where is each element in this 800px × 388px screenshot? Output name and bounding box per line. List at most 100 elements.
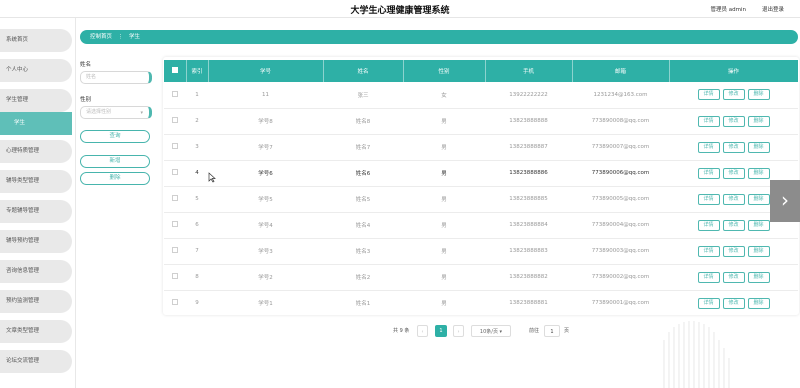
edit-button[interactable]: 修改 bbox=[722, 141, 745, 153]
pager-next-button[interactable]: › bbox=[453, 325, 464, 337]
detail-button[interactable]: 详情 bbox=[697, 167, 720, 179]
breadcrumb: 控制首页 ⋮ 学生 bbox=[80, 30, 798, 44]
row-select-cell bbox=[164, 212, 186, 239]
select-all-checkbox[interactable] bbox=[171, 67, 178, 73]
table-row: 4 学号6 姓名6 男 13823888886 773890006@qq.com 详情 修改删… bbox=[164, 160, 798, 187]
next-arrow-button[interactable]: › bbox=[770, 180, 800, 222]
cell-phone: 13823888883 bbox=[485, 238, 572, 265]
cell-student-id: 学号1 bbox=[208, 290, 323, 315]
col-phone: 手机 bbox=[485, 60, 573, 82]
sidebar-item-student[interactable]: 学生 bbox=[0, 112, 72, 135]
sidebar-item-consult[interactable]: 咨询信息管理 bbox=[0, 260, 72, 283]
page-size-select[interactable]: 10条/页 ▾ bbox=[471, 325, 511, 337]
row-delete-button[interactable]: 删除 bbox=[747, 245, 770, 257]
sidebar-item-counsel-types[interactable]: 辅导类型管理 bbox=[0, 170, 72, 193]
cell-index: 4 bbox=[186, 160, 208, 187]
row-delete-button[interactable]: 删除 bbox=[747, 297, 770, 309]
cell-actions: 详情 修改 删除 bbox=[669, 290, 798, 315]
cell-gender: 男 bbox=[403, 238, 485, 265]
cell-gender: 男 bbox=[403, 290, 485, 315]
chevron-right-icon: › bbox=[781, 188, 789, 212]
search-button[interactable]: 查询 bbox=[80, 130, 150, 143]
row-delete-button[interactable]: 删除 bbox=[747, 89, 770, 101]
current-user: 管理员 admin bbox=[710, 7, 746, 13]
edit-button[interactable]: 修改 bbox=[722, 193, 745, 205]
cell-phone: 13823888882 bbox=[485, 264, 572, 291]
row-checkbox[interactable] bbox=[172, 143, 178, 149]
cell-gender: 男 bbox=[403, 264, 485, 291]
col-gender: 性别 bbox=[403, 60, 486, 82]
cell-name: 姓名2 bbox=[323, 264, 403, 291]
sidebar-item-monitor[interactable]: 预约监测管理 bbox=[0, 290, 72, 313]
sidebar-item-topic-counsel[interactable]: 专题辅导管理 bbox=[0, 200, 72, 223]
row-checkbox[interactable] bbox=[172, 299, 178, 305]
detail-button[interactable]: 详情 bbox=[697, 89, 720, 101]
detail-button[interactable]: 详情 bbox=[697, 245, 720, 257]
logout-link[interactable]: 退出登录 bbox=[762, 5, 784, 13]
sidebar-item-article-types[interactable]: 文章类型管理 bbox=[0, 320, 72, 343]
cell-name: 姓名8 bbox=[323, 108, 403, 135]
cell-actions: 详情 修改 删除 bbox=[669, 238, 798, 265]
table-row: 5 学号5 姓名5 男 13823888885 773890005@qq.com 详情 修改删… bbox=[164, 186, 798, 213]
detail-button[interactable]: 详情 bbox=[697, 297, 720, 309]
edit-button[interactable]: 修改 bbox=[722, 219, 745, 231]
row-checkbox[interactable] bbox=[172, 273, 178, 279]
row-select-cell bbox=[164, 108, 186, 135]
sidebar-item-home[interactable]: 系统首页 bbox=[0, 29, 72, 52]
row-delete-button[interactable]: 删除 bbox=[747, 167, 770, 179]
detail-button[interactable]: 详情 bbox=[697, 115, 720, 127]
sidebar-item-student-mgmt[interactable]: 学生管理 bbox=[0, 89, 72, 112]
detail-button[interactable]: 详情 bbox=[697, 141, 720, 153]
row-delete-button[interactable]: 删除 bbox=[747, 115, 770, 127]
col-index: 索引 bbox=[186, 60, 209, 82]
table-row: 8 学号2 姓名2 男 13823888882 773890002@qq.com 详情 修改删… bbox=[164, 264, 798, 291]
row-delete-button[interactable]: 删除 bbox=[747, 193, 770, 205]
row-delete-button[interactable]: 删除 bbox=[747, 271, 770, 283]
cell-index: 2 bbox=[186, 108, 208, 135]
cell-name: 姓名7 bbox=[323, 134, 403, 161]
breadcrumb-separator: ⋮ bbox=[117, 34, 124, 40]
row-checkbox[interactable] bbox=[172, 169, 178, 175]
cell-email: 773890006@qq.com bbox=[572, 160, 669, 187]
cell-email: 773890005@qq.com bbox=[572, 186, 669, 213]
row-delete-button[interactable]: 删除 bbox=[747, 141, 770, 153]
pager-goto-label: 前往 bbox=[529, 328, 540, 334]
row-checkbox[interactable] bbox=[172, 221, 178, 227]
pager-goto-input[interactable]: 1 bbox=[544, 325, 560, 337]
pager-prev-button[interactable]: ‹ bbox=[417, 325, 428, 337]
gender-select-placeholder: 请选择性别 bbox=[86, 109, 112, 115]
add-button[interactable]: 新增 bbox=[80, 155, 150, 168]
edit-button[interactable]: 修改 bbox=[722, 115, 745, 127]
edit-button[interactable]: 修改 bbox=[722, 271, 745, 283]
cell-student-id: 学号6 bbox=[208, 160, 323, 187]
detail-button[interactable]: 详情 bbox=[697, 219, 720, 231]
cell-student-id: 学号3 bbox=[208, 238, 323, 265]
cell-email: 773890003@qq.com bbox=[572, 238, 669, 265]
edit-button[interactable]: 修改 bbox=[722, 245, 745, 257]
mouse-pointer-icon bbox=[208, 172, 216, 183]
pager-current-page[interactable]: 1 bbox=[435, 325, 447, 337]
edit-button[interactable]: 修改 bbox=[722, 167, 745, 179]
sidebar-item-traits[interactable]: 心理特质管理 bbox=[0, 140, 72, 163]
decorative-lines bbox=[663, 321, 730, 388]
delete-button[interactable]: 删除 bbox=[80, 172, 150, 185]
sidebar-item-profile[interactable]: 个人中心 bbox=[0, 59, 72, 82]
row-checkbox[interactable] bbox=[172, 117, 178, 123]
name-input[interactable]: 姓名 bbox=[80, 71, 152, 84]
sidebar-item-forum[interactable]: 论坛交流管理 bbox=[0, 350, 72, 373]
table-row: 9 学号1 姓名1 男 13823888881 773890001@qq.com 详情 修改删… bbox=[164, 290, 798, 315]
gender-select[interactable]: 请选择性别 ▾ bbox=[80, 106, 152, 119]
row-checkbox[interactable] bbox=[172, 90, 178, 97]
sidebar-item-appointments[interactable]: 辅导预约管理 bbox=[0, 230, 72, 253]
cell-name: 张三 bbox=[323, 82, 403, 109]
row-delete-button[interactable]: 删除 bbox=[747, 219, 770, 231]
edit-button[interactable]: 修改 bbox=[722, 297, 745, 309]
row-checkbox[interactable] bbox=[172, 247, 178, 253]
pager-total: 共 9 条 bbox=[393, 328, 410, 334]
breadcrumb-home[interactable]: 控制首页 bbox=[90, 34, 112, 40]
detail-button[interactable]: 详情 bbox=[697, 193, 720, 205]
detail-button[interactable]: 详情 bbox=[697, 271, 720, 283]
row-checkbox[interactable] bbox=[172, 195, 178, 201]
edit-button[interactable]: 修改 bbox=[722, 89, 745, 101]
cell-index: 5 bbox=[186, 186, 208, 213]
